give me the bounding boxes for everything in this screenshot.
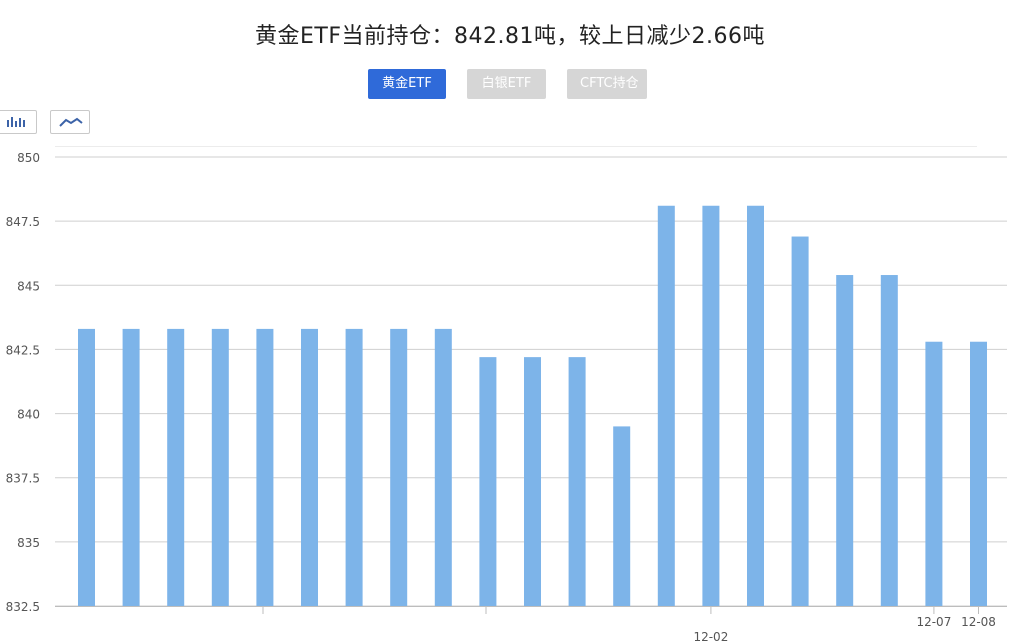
y-tick-label: 832.5: [6, 600, 40, 614]
bar[interactable]: [390, 328, 408, 606]
line-chart-toggle[interactable]: [50, 110, 90, 134]
page-title: 黄金ETF当前持仓：842.81吨，较上日减少2.66吨: [255, 24, 765, 49]
bar[interactable]: [167, 328, 185, 606]
bar[interactable]: [479, 357, 497, 606]
y-tick-label: 847.5: [6, 215, 40, 229]
bar[interactable]: [211, 328, 229, 606]
tab-cftc-position[interactable]: CFTC持仓: [567, 69, 647, 99]
bar[interactable]: [568, 357, 586, 606]
y-tick-label: 840: [17, 408, 40, 422]
bar[interactable]: [524, 357, 541, 606]
bar[interactable]: [836, 275, 854, 606]
tab-silver-etf[interactable]: 白银ETF: [467, 69, 546, 99]
bar[interactable]: [78, 328, 95, 606]
bar-chart-toggle[interactable]: [0, 110, 37, 134]
bar-chart-icon: [7, 117, 25, 127]
x-tick-label: 12-07: [916, 615, 951, 629]
line-chart-icon: [59, 117, 83, 127]
bar[interactable]: [122, 328, 140, 606]
bar[interactable]: [702, 205, 720, 606]
bar[interactable]: [747, 205, 764, 606]
bar[interactable]: [256, 328, 274, 606]
bar[interactable]: [301, 328, 318, 606]
bar[interactable]: [970, 341, 987, 606]
y-tick-label: 842.5: [6, 343, 40, 357]
bar[interactable]: [657, 205, 675, 606]
gold-etf-bar-chart: 832.5 835 837.5 840 842.5 845 847.5 850 12-02 12-…: [6, 151, 1007, 644]
x-tick-label: 12-02: [693, 630, 728, 644]
tab-gold-etf[interactable]: 黄金ETF: [368, 69, 446, 99]
y-tick-label: 835: [17, 536, 40, 550]
bar[interactable]: [791, 236, 809, 606]
x-tick-label: 12-08: [961, 615, 996, 629]
bar[interactable]: [345, 328, 363, 606]
chart-top-divider: [55, 146, 977, 147]
bar[interactable]: [434, 328, 452, 606]
bar[interactable]: [880, 275, 898, 606]
y-tick-label: 837.5: [6, 472, 40, 486]
y-tick-label: 850: [17, 151, 40, 165]
bar[interactable]: [925, 341, 943, 606]
bar[interactable]: [613, 426, 631, 606]
data-type-tabs: 黄金ETF 白银ETF CFTC持仓: [368, 69, 647, 99]
y-tick-label: 845: [17, 279, 40, 293]
